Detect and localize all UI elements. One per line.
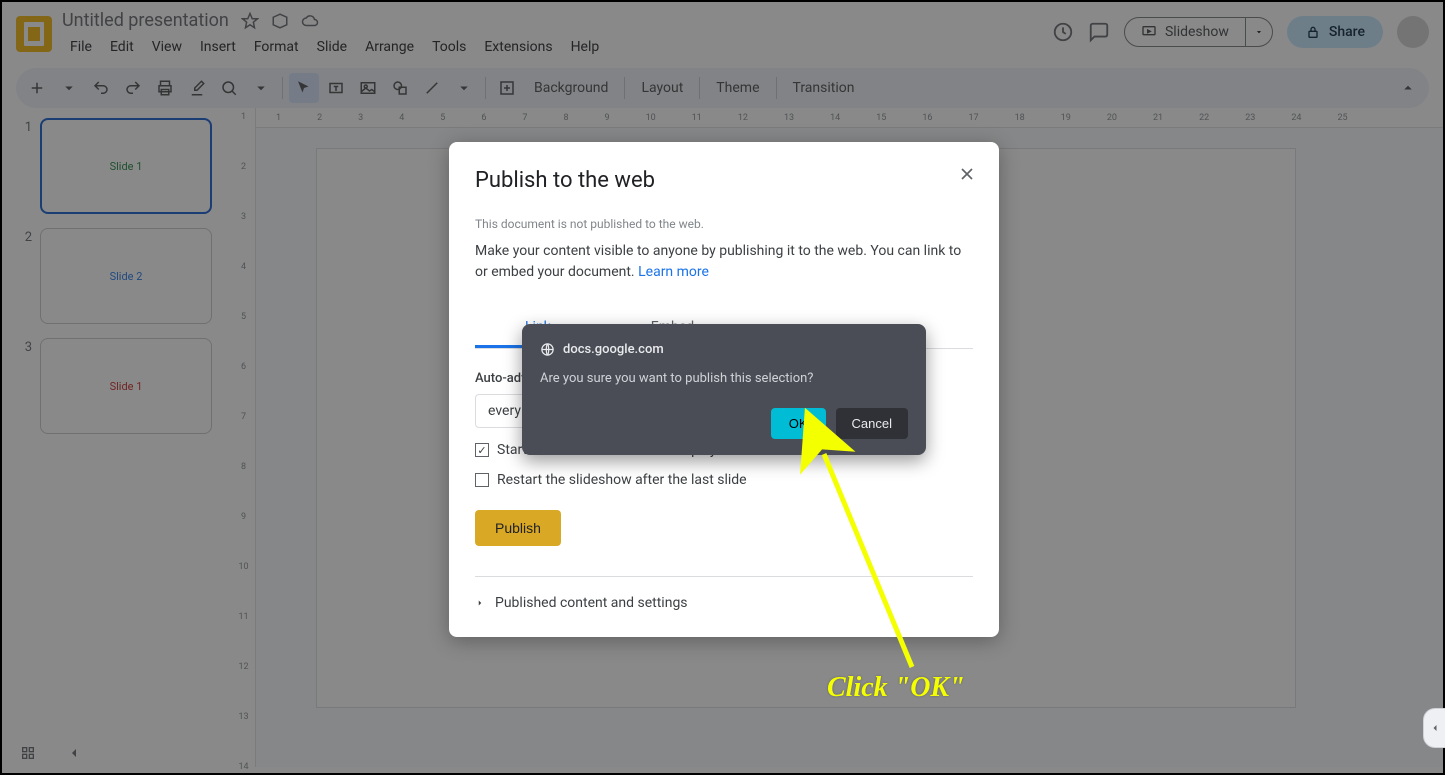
share-label: Share [1329,24,1365,40]
menu-help[interactable]: Help [563,35,608,59]
shape-tool[interactable] [385,73,415,103]
comment-button[interactable] [492,73,522,103]
vertical-ruler: 1234567891011121314 [232,108,256,767]
learn-more-link[interactable]: Learn more [638,264,709,280]
publish-button[interactable]: Publish [475,510,561,546]
comments-icon[interactable] [1088,21,1110,43]
modal-divider [475,576,973,577]
collapse-toolbar-button[interactable] [1393,73,1423,103]
menu-slide[interactable]: Slide [309,35,355,59]
publish-description: Make your content visible to anyone by p… [475,241,973,283]
layout-button[interactable]: Layout [631,80,693,96]
line-caret[interactable] [449,73,479,103]
thumb-number: 2 [20,228,32,324]
zoom-button[interactable] [214,73,244,103]
toolbar-divider [485,77,486,99]
slides-logo [16,16,52,52]
theme-button[interactable]: Theme [706,80,769,96]
globe-icon [540,342,555,357]
image-tool[interactable] [353,73,383,103]
confirm-origin-text: docs.google.com [563,342,664,357]
publish-modal-title: Publish to the web [475,168,973,193]
close-icon[interactable] [957,164,977,184]
confirm-dialog: docs.google.com Are you sure you want to… [522,324,926,455]
grid-view-icon[interactable] [20,745,36,765]
published-settings-label: Published content and settings [495,595,688,611]
toolbar-divider [699,77,700,99]
menu-extensions[interactable]: Extensions [476,35,560,59]
side-panel-toggle[interactable] [1423,708,1445,748]
confirm-message: Are you sure you want to publish this se… [540,371,908,386]
slideshow-button[interactable]: Slideshow [1124,17,1246,47]
new-slide-button[interactable] [22,73,52,103]
cloud-status-icon[interactable] [301,12,319,30]
thumb-number: 1 [20,118,32,214]
restart-slideshow-checkbox[interactable] [475,473,489,487]
slide-thumbnail[interactable]: Slide 1 [40,118,212,214]
zoom-caret[interactable] [246,73,276,103]
print-button[interactable] [150,73,180,103]
menu-tools[interactable]: Tools [424,35,474,59]
select-tool[interactable] [289,73,319,103]
paint-format-button[interactable] [182,73,212,103]
line-tool[interactable] [417,73,447,103]
menu-bar: File Edit View Insert Format Slide Arran… [62,35,607,59]
toolbar-divider [624,77,625,99]
menu-file[interactable]: File [62,35,100,59]
doc-title[interactable]: Untitled presentation [62,10,229,31]
share-button[interactable]: Share [1287,16,1383,48]
menu-edit[interactable]: Edit [102,35,142,59]
menu-format[interactable]: Format [246,35,307,59]
confirm-cancel-button[interactable]: Cancel [836,408,908,439]
confirm-ok-button[interactable]: OK [771,408,826,439]
redo-button[interactable] [118,73,148,103]
prev-icon[interactable] [66,745,82,765]
publish-status-text: This document is not published to the we… [475,217,973,231]
undo-button[interactable] [86,73,116,103]
slideshow-label: Slideshow [1165,24,1229,40]
thumb-number: 3 [20,338,32,434]
star-icon[interactable] [241,12,259,30]
published-settings-expand[interactable]: Published content and settings [475,595,973,611]
toolbar-divider [776,77,777,99]
history-icon[interactable] [1052,21,1074,43]
publish-desc-text: Make your content visible to anyone by p… [475,243,961,280]
slideshow-caret[interactable] [1246,17,1273,47]
new-slide-caret[interactable] [54,73,84,103]
app-header: Untitled presentation File Edit View Ins… [2,2,1443,68]
menu-arrange[interactable]: Arrange [357,35,422,59]
filmstrip: 1 Slide 12 Slide 23 Slide 1 [2,108,232,767]
toolbar-divider [282,77,283,99]
menu-view[interactable]: View [144,35,190,59]
menu-insert[interactable]: Insert [192,35,244,59]
move-icon[interactable] [271,12,289,30]
textbox-tool[interactable] [321,73,351,103]
background-button[interactable]: Background [524,80,618,96]
horizontal-ruler: 1234567891011121314151617181920212223242… [256,108,1443,128]
account-avatar[interactable] [1397,16,1429,48]
start-slideshow-checkbox[interactable] [475,443,489,457]
restart-slideshow-label: Restart the slideshow after the last sli… [497,472,747,488]
transition-button[interactable]: Transition [783,80,865,96]
slide-thumbnail[interactable]: Slide 1 [40,338,212,434]
toolbar: Background Layout Theme Transition [16,68,1429,108]
slide-thumbnail[interactable]: Slide 2 [40,228,212,324]
